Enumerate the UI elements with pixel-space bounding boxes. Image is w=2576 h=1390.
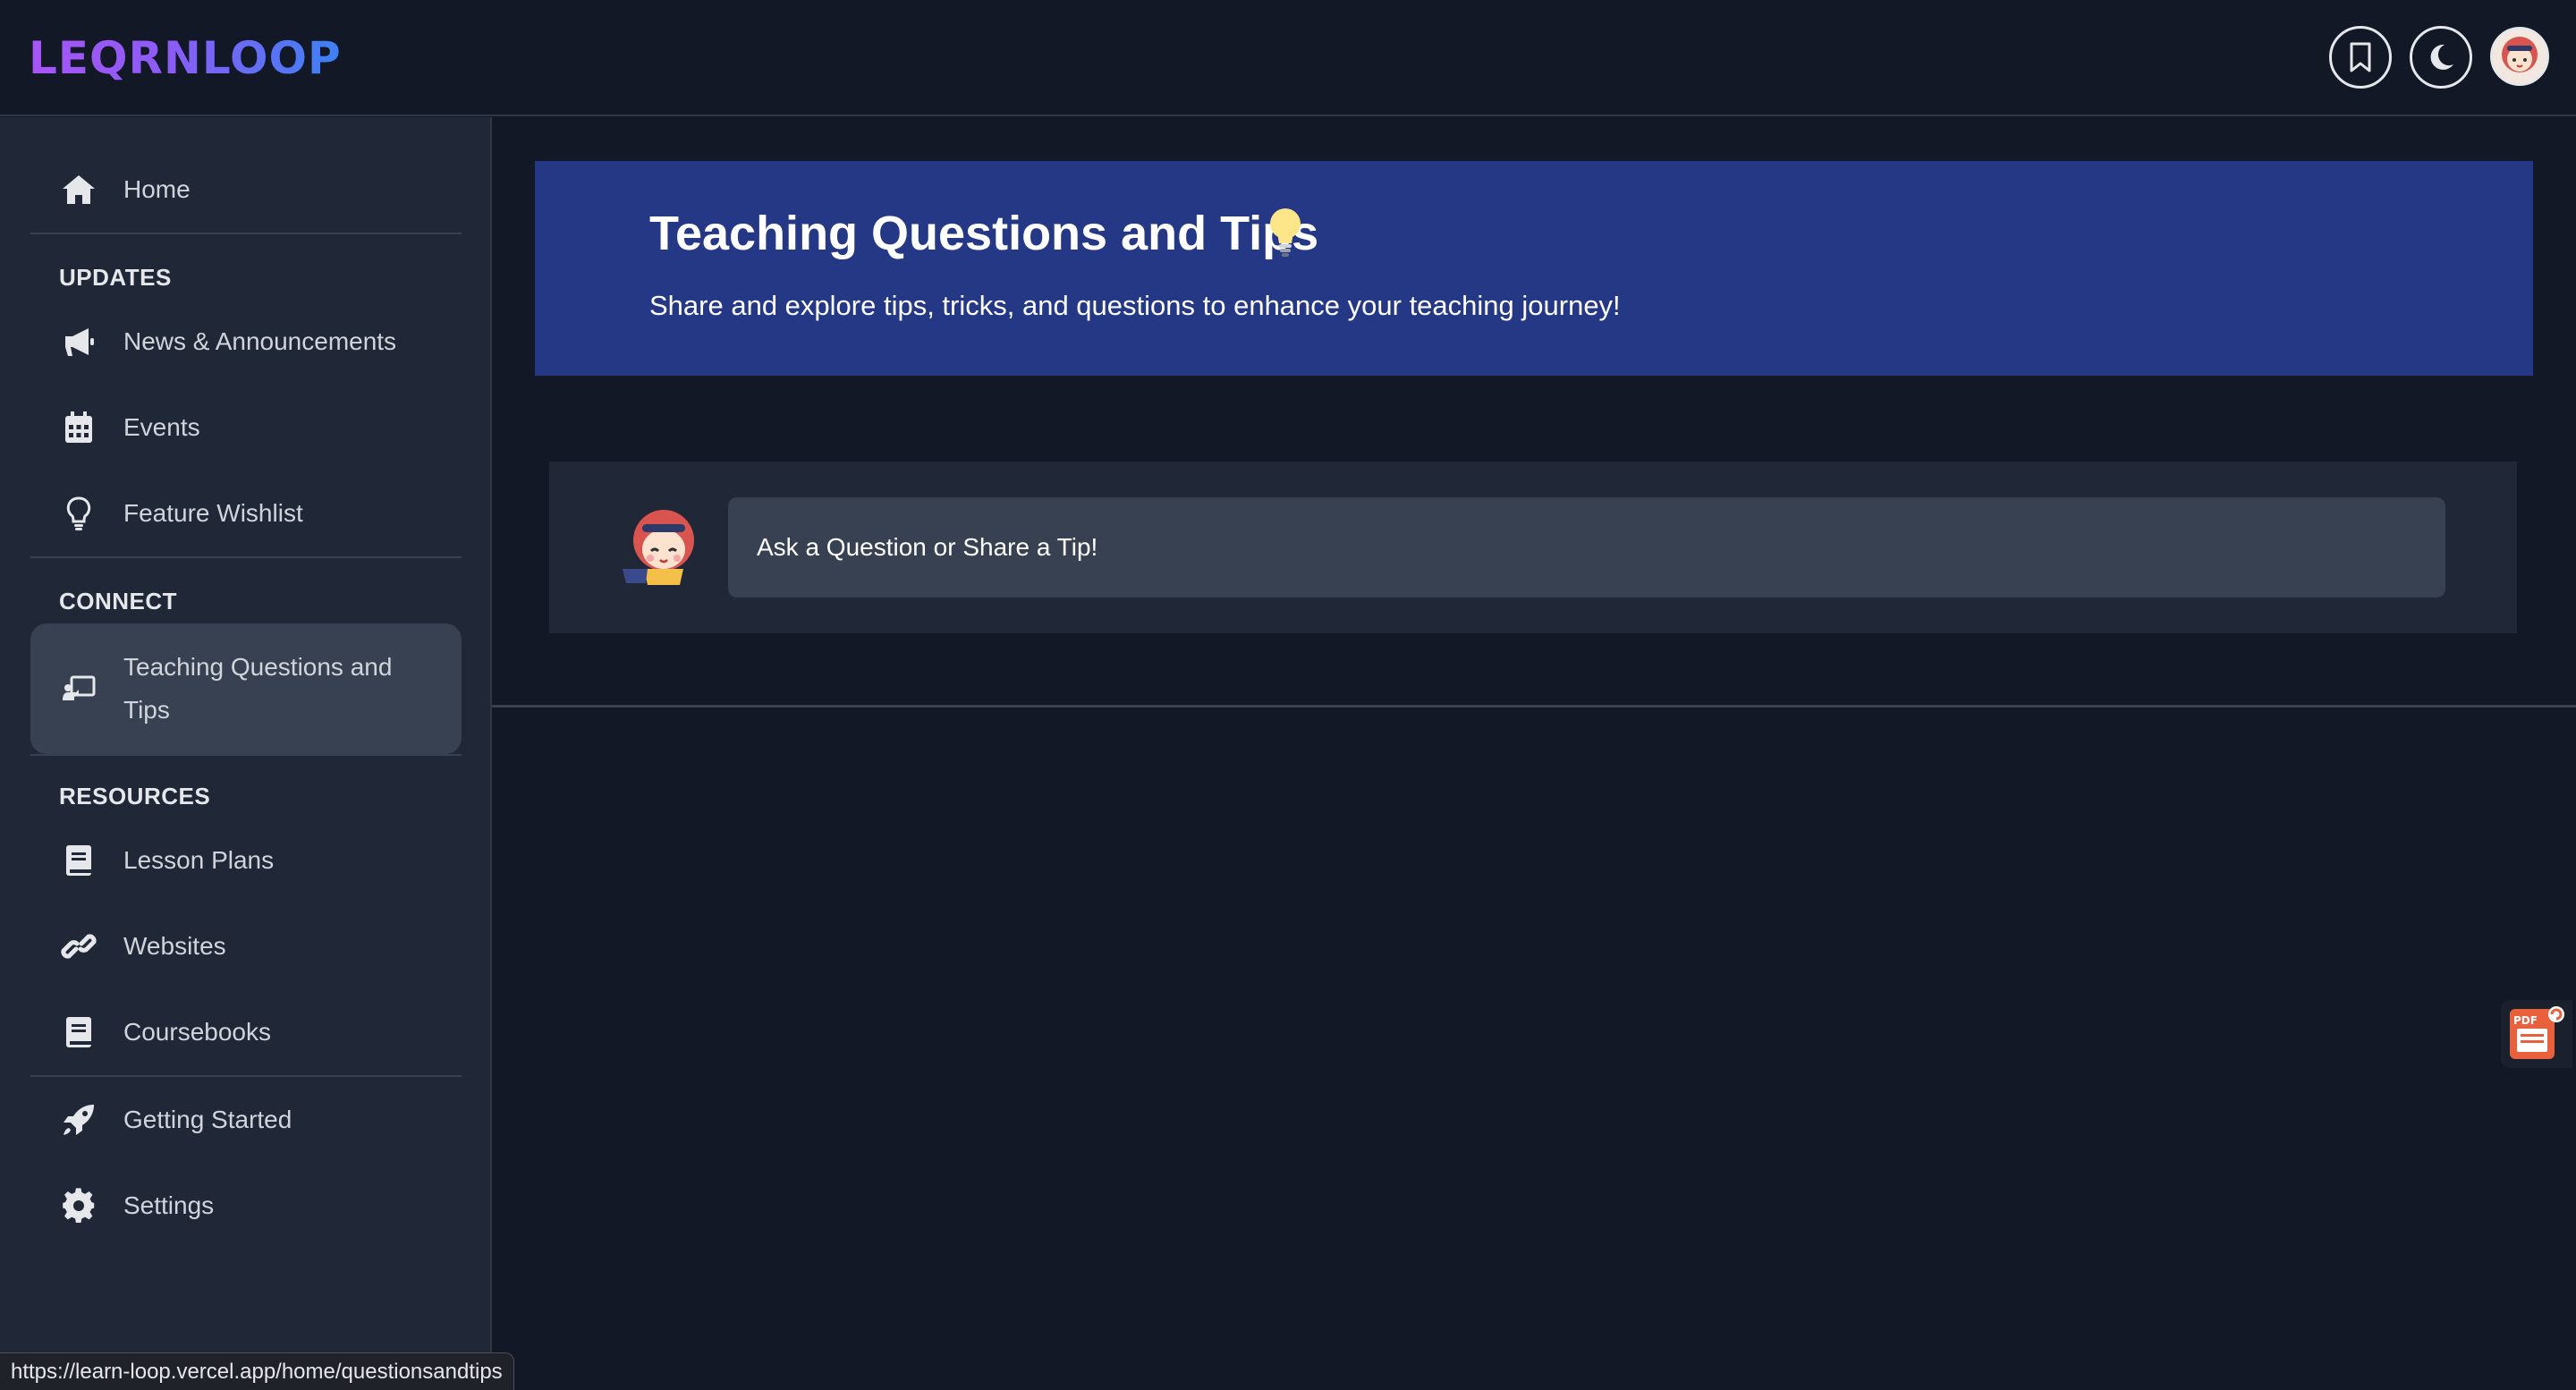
sidebar-item-lesson-plans[interactable]: Lesson Plans: [30, 820, 462, 901]
sidebar-item-label: Coursebooks: [123, 1018, 271, 1046]
sidebar-item-label: News & Announcements: [123, 327, 397, 355]
gear-icon: [30, 1187, 123, 1225]
user-avatar[interactable]: [2490, 27, 2549, 86]
theme-toggle-button[interactable]: [2410, 26, 2472, 89]
sidebar-item-getting-started[interactable]: Getting Started: [30, 1080, 462, 1160]
page-subtitle: Share and explore tips, tricks, and ques…: [649, 290, 1621, 321]
home-icon: [30, 171, 123, 208]
moon-icon: [2430, 44, 2453, 70]
divider: [30, 754, 462, 756]
status-bar-url: https://learn-loop.vercel.app/home/quest…: [0, 1352, 514, 1390]
megaphone-icon: [30, 323, 123, 360]
avatar-illustration-icon: [2502, 37, 2538, 72]
sidebar-item-teaching-questions[interactable]: Teaching Questions and Tips: [30, 623, 462, 754]
sidebar-item-label: Getting Started: [123, 1106, 292, 1133]
pdf-icon: PDF: [2510, 1006, 2564, 1059]
ask-question-input[interactable]: Ask a Question or Share a Tip!: [728, 497, 2445, 598]
sidebar-item-feature-wishlist[interactable]: Feature Wishlist: [30, 473, 462, 554]
divider: [492, 705, 2576, 708]
sidebar-item-label: Settings: [123, 1191, 215, 1219]
sidebar-item-news[interactable]: News & Announcements: [30, 301, 462, 382]
divider: [30, 556, 462, 558]
page-title: Teaching Questions and Tips: [649, 207, 1319, 260]
book-icon: [30, 842, 123, 879]
calendar-icon: [30, 409, 123, 446]
section-heading-resources: RESOURCES: [59, 783, 211, 809]
chalkboard-teacher-icon: [30, 670, 123, 708]
lightbulb-icon: [1270, 208, 1301, 257]
top-bar: LEQRNLOOP: [0, 0, 2576, 116]
sidebar-item-label: Events: [123, 413, 200, 441]
app-logo[interactable]: LEQRNLOOP: [29, 32, 342, 84]
sidebar-item-coursebooks[interactable]: Coursebooks: [30, 992, 462, 1072]
rocket-icon: [30, 1101, 123, 1139]
sidebar-item-home[interactable]: Home: [30, 149, 462, 230]
page-header-banner: Teaching Questions and Tips Share and ex…: [535, 161, 2533, 376]
link-icon: [30, 928, 123, 965]
post-composer: Ask a Question or Share a Tip!: [549, 462, 2517, 633]
sidebar: Home UPDATES News & Announcements Events…: [0, 117, 492, 1390]
divider: [30, 233, 462, 234]
bookmark-button[interactable]: [2329, 26, 2392, 89]
sidebar-item-label: Teaching Questions and Tips: [123, 653, 393, 724]
pdf-export-button[interactable]: PDF: [2501, 1000, 2572, 1068]
sidebar-item-label: Websites: [123, 932, 226, 960]
sidebar-item-events[interactable]: Events: [30, 387, 462, 468]
section-heading-connect: CONNECT: [59, 588, 178, 614]
sidebar-item-websites[interactable]: Websites: [30, 906, 462, 987]
sidebar-item-settings[interactable]: Settings: [30, 1165, 462, 1246]
divider: [30, 1075, 462, 1077]
svg-text:PDF: PDF: [2513, 1014, 2538, 1027]
section-heading-updates: UPDATES: [59, 264, 172, 291]
user-avatar-icon: [623, 510, 694, 585]
lightbulb-outline-icon: [30, 495, 123, 532]
sidebar-item-label: Lesson Plans: [123, 846, 275, 874]
sidebar-item-label: Home: [123, 175, 191, 203]
book-icon: [30, 1013, 123, 1051]
bookmark-icon: [2350, 42, 2371, 72]
sidebar-item-label: Feature Wishlist: [123, 499, 303, 527]
